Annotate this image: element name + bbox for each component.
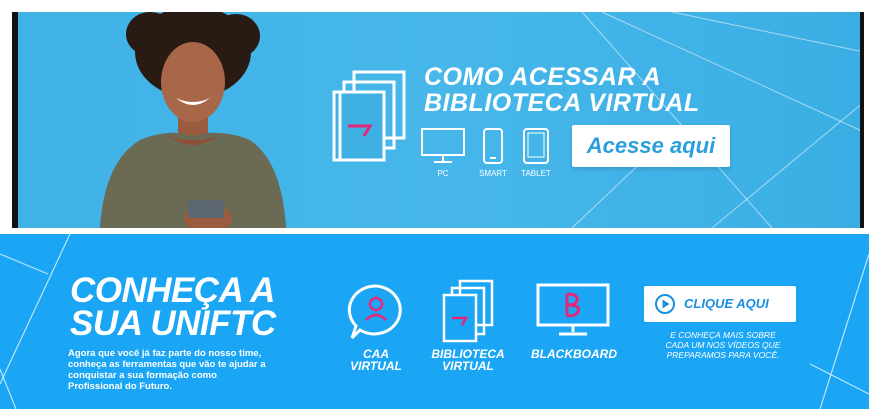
tool-label-line: BLACKBOARD — [531, 347, 617, 361]
clique-note: E CONHEÇA MAIS SOBRE CADA UM NOS VÍDEOS … — [650, 330, 796, 360]
biblioteca-banner[interactable]: COMO ACESSAR A BIBLIOTECA VIRTUAL PC SMA… — [12, 12, 864, 228]
smartphone-icon — [483, 128, 503, 164]
play-icon — [655, 294, 675, 314]
page-title: COMO ACESSAR A BIBLIOTECA VIRTUAL — [424, 64, 700, 116]
note-line: CADA UM NOS VÍDEOS QUE — [665, 340, 781, 350]
device-label-pc: PC — [437, 169, 449, 178]
title-line-1: COMO ACESSAR A — [424, 63, 662, 91]
banner-title: CONHEÇA A SUA UNIFTC — [70, 271, 276, 343]
acesse-aqui-button[interactable]: Acesse aqui — [572, 125, 730, 167]
clique-aqui-label: CLIQUE AQUI — [684, 296, 769, 311]
banner-subtitle: Agora que você já faz parte do nosso tim… — [68, 348, 298, 392]
right-border — [860, 12, 864, 228]
device-label-tablet: TABLET — [521, 169, 551, 178]
clique-aqui-button[interactable]: CLIQUE AQUI — [644, 286, 796, 322]
subtitle-line: conheça as ferramentas que vão te ajudar… — [68, 359, 266, 370]
blackboard-monitor-icon[interactable] — [535, 282, 611, 338]
tablet-icon — [523, 128, 549, 164]
subtitle-line: Agora que você já faz parte do nosso tim… — [68, 348, 262, 359]
tool-label-line: VIRTUAL — [350, 359, 402, 373]
tool-label-biblioteca[interactable]: BIBLIOTECA VIRTUAL — [426, 348, 510, 372]
title-line-2: SUA UNIFTC — [70, 304, 276, 343]
left-border — [12, 12, 18, 228]
subtitle-line: conquistar a sua formação como — [68, 370, 217, 381]
chat-user-icon[interactable] — [346, 282, 406, 342]
title-line-2: BIBLIOTECA VIRTUAL — [424, 89, 700, 117]
student-photo — [100, 12, 286, 228]
books-icon — [332, 70, 406, 162]
tool-label-caa[interactable]: CAA VIRTUAL — [340, 348, 412, 372]
title-line-1: CONHEÇA A — [70, 271, 275, 310]
subtitle-line: Profissional do Futuro. — [68, 381, 172, 392]
note-line: E CONHEÇA MAIS SOBRE — [670, 330, 776, 340]
monitor-icon — [421, 128, 465, 163]
conheca-uniftc-banner[interactable]: CONHEÇA A SUA UNIFTC Agora que você já f… — [0, 234, 869, 409]
books-icon[interactable] — [440, 278, 496, 344]
note-line: PREPARAMOS PARA VOCÊ. — [666, 350, 780, 360]
tool-label-blackboard[interactable]: BLACKBOARD — [526, 348, 622, 360]
tool-label-line: VIRTUAL — [442, 359, 494, 373]
